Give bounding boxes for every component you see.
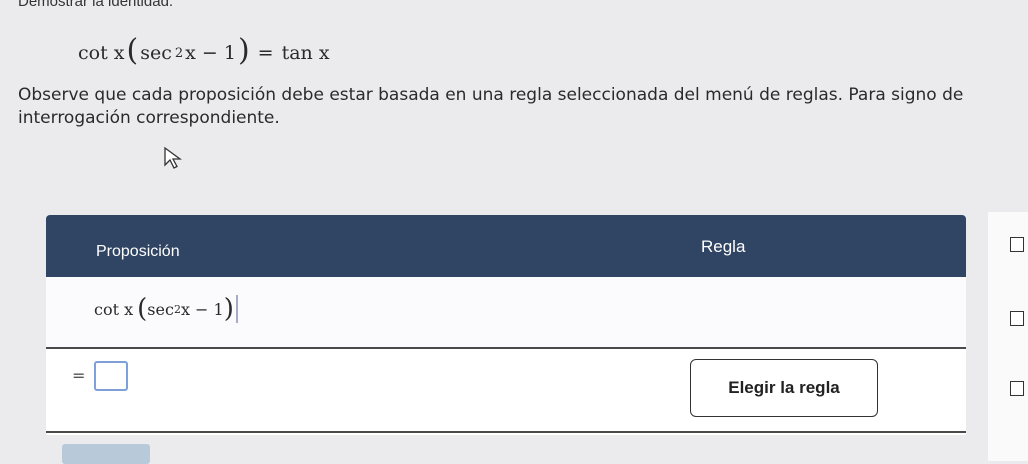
page-title: Demostrar la identidad. xyxy=(18,0,174,10)
row1-right-paren: ) xyxy=(223,294,234,324)
table-row: = Elegir la regla xyxy=(46,349,966,433)
identity-lhs-func: cot x xyxy=(78,42,125,64)
instructions: Observe que cada proposición debe estar … xyxy=(18,85,964,128)
instructions-text: Observe que cada proposición debe estar … xyxy=(18,84,1028,130)
choose-rule-button[interactable]: Elegir la regla xyxy=(690,359,878,417)
checkbox-icon[interactable] xyxy=(1010,311,1024,326)
header-rule: Regla xyxy=(701,237,746,256)
row1-func: cot x xyxy=(94,299,134,319)
checkbox-icon[interactable] xyxy=(1010,381,1024,396)
answer-input[interactable] xyxy=(94,361,128,391)
right-paren: ) xyxy=(237,33,250,68)
row1-left-paren: ( xyxy=(137,294,148,324)
identity-inner-a: sec xyxy=(140,42,172,64)
checkbox-icon[interactable] xyxy=(1010,237,1024,252)
header-proposition: Proposición xyxy=(96,243,180,260)
identity-exponent: 2 xyxy=(174,45,184,61)
equals-sign: = xyxy=(257,42,274,64)
left-paren: ( xyxy=(126,33,139,68)
table-header: Proposición Regla xyxy=(46,215,966,277)
identity-equation: cot x ( sec 2 x − 1 ) = tan x xyxy=(78,33,330,68)
row1-inner-a: sec xyxy=(147,299,174,319)
identity-rhs: tan x xyxy=(281,42,330,64)
table-row: cot x ( sec 2 x − 1 ) xyxy=(46,277,966,349)
bottom-tab[interactable] xyxy=(62,444,150,464)
row1-exponent: 2 xyxy=(173,302,181,316)
row2-equals: = xyxy=(72,366,86,385)
identity-inner-b: x − 1 xyxy=(185,42,236,64)
proof-table: Proposición Regla cot x ( sec 2 x − 1 ) … xyxy=(46,215,966,435)
text-cursor xyxy=(235,295,238,323)
row1-expression: cot x ( sec 2 x − 1 ) xyxy=(94,295,238,323)
row1-inner-b: x − 1 xyxy=(180,299,224,319)
mouse-pointer-icon xyxy=(164,146,182,169)
